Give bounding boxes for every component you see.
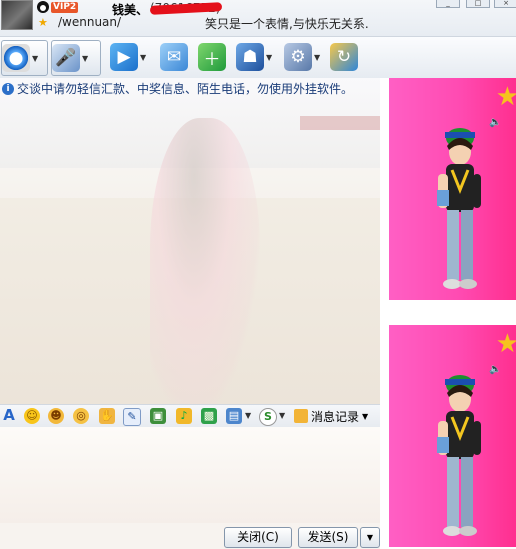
maximize-icon: □ (474, 0, 482, 7)
qq-show-panel: ★ 🔈 ★ 🔈 (380, 78, 516, 549)
shake-window-icon[interactable]: ◎ (73, 408, 89, 424)
star-icon: ★ (495, 329, 516, 359)
chevron-down-icon[interactable]: ▼ (82, 54, 88, 63)
contact-signature: /wennuan/ (58, 15, 122, 29)
chevron-down-icon: ▼ (366, 533, 374, 542)
music-icon[interactable]: ♪ (176, 408, 192, 424)
main-toolbar: ● ▼ 🎤 ▼ ▶ ▼ ✉ ＋ ☗ ▼ ⚙ ▼ ↻ (0, 37, 516, 78)
insert-image-icon[interactable]: ▣ (150, 408, 166, 424)
chat-history-area[interactable]: i 交谈中请勿轻信汇款、中奖信息、陌生电话，勿使用外挂软件。 (0, 78, 380, 404)
send-image-icon: ✉ (160, 43, 188, 71)
folder-transfer-icon: ▶ (110, 43, 138, 71)
format-toolbar: A ☺ ☻ ◎ ✋ ✎ ▣ ♪ ▩ ▤ ▼ S ▼ 消息记录 ▼ (0, 404, 380, 428)
action-bar: 关闭(C) 发送(S) ▼ (0, 523, 380, 549)
app-center-icon: ☗ (236, 43, 264, 71)
emoji-icon[interactable]: ☺ (24, 408, 40, 424)
security-notice: i 交谈中请勿轻信汇款、中奖信息、陌生电话，勿使用外挂软件。 (2, 80, 353, 97)
gift-icon[interactable]: ▩ (201, 408, 217, 424)
my-qq-show[interactable]: ★ 🔈 (389, 325, 516, 547)
chevron-down-icon: ▼ (362, 411, 369, 421)
magic-emoji-icon[interactable]: ☻ (48, 408, 64, 424)
chat-header: VIP2 钱美、 (70616752) ★ /wennuan/ 笑只是一个表情,… (0, 0, 516, 37)
star-icon: ★ (495, 82, 516, 112)
speaker-icon[interactable]: 🔈 (489, 118, 511, 128)
create-group-icon: ＋ (198, 43, 226, 71)
message-history-button[interactable]: 消息记录 ▼ (294, 407, 368, 425)
star-icon: ★ (38, 16, 48, 29)
close-button[interactable]: 关闭(C) (224, 527, 292, 548)
thumbs-up-icon[interactable]: ✋ (99, 408, 115, 424)
background-person (150, 118, 260, 404)
avatar-character (437, 128, 481, 289)
contact-qq-show[interactable]: ★ 🔈 (389, 78, 516, 300)
settings-icon: ⚙ (284, 43, 312, 71)
video-call-button[interactable]: ● ▼ (1, 40, 48, 76)
security-notice-text: 交谈中请勿轻信汇款、中奖信息、陌生电话，勿使用外挂软件。 (17, 82, 354, 96)
qq-penguin-icon (37, 1, 49, 13)
doodle-icon[interactable]: ✎ (123, 408, 141, 426)
minimize-button[interactable]: _ (436, 0, 460, 8)
chevron-down-icon[interactable]: ▼ (266, 53, 272, 62)
message-history-label: 消息记录 (311, 409, 360, 424)
background-building (300, 116, 380, 130)
close-window-button[interactable]: × (494, 0, 516, 8)
vip-badge[interactable]: VIP2 (37, 1, 79, 13)
message-history-icon (294, 409, 308, 423)
maximize-button[interactable]: □ (466, 0, 490, 8)
create-group-button[interactable]: ＋ (198, 40, 228, 74)
contact-motto: 笑只是一个表情,与快乐无关系. (205, 17, 369, 31)
qq-show-button[interactable]: ↻ (330, 40, 360, 74)
webcam-icon: ● (2, 44, 30, 72)
close-icon: × (503, 0, 509, 7)
message-input[interactable] (0, 427, 380, 523)
chevron-down-icon[interactable]: ▼ (140, 53, 146, 62)
chevron-down-icon[interactable]: ▼ (279, 411, 285, 420)
contact-avatar[interactable] (1, 0, 33, 30)
file-transfer-button[interactable]: ▶ ▼ (110, 40, 154, 74)
send-options-button[interactable]: ▼ (360, 527, 380, 548)
screenshot-icon[interactable]: ▤ (226, 408, 242, 424)
chevron-down-icon[interactable]: ▼ (32, 54, 38, 63)
chevron-down-icon[interactable]: ▼ (245, 411, 251, 420)
minimize-icon: _ (446, 0, 450, 7)
info-icon: i (2, 82, 14, 95)
send-button[interactable]: 发送(S) (298, 527, 358, 548)
qq-show-icon: ↻ (330, 43, 358, 71)
font-icon[interactable]: A (1, 408, 17, 424)
voice-call-button[interactable]: 🎤 ▼ (51, 40, 101, 76)
speaker-icon[interactable]: 🔈 (489, 365, 511, 375)
send-image-button[interactable]: ✉ (160, 40, 190, 74)
settings-button[interactable]: ⚙ ▼ (284, 40, 324, 74)
soso-icon[interactable]: S (259, 408, 277, 426)
microphone-icon: 🎤 (52, 44, 80, 72)
avatar-character (437, 375, 481, 536)
app-center-button[interactable]: ☗ ▼ (236, 40, 276, 74)
chevron-down-icon[interactable]: ▼ (314, 53, 320, 62)
vip-level-label: VIP2 (51, 1, 79, 13)
